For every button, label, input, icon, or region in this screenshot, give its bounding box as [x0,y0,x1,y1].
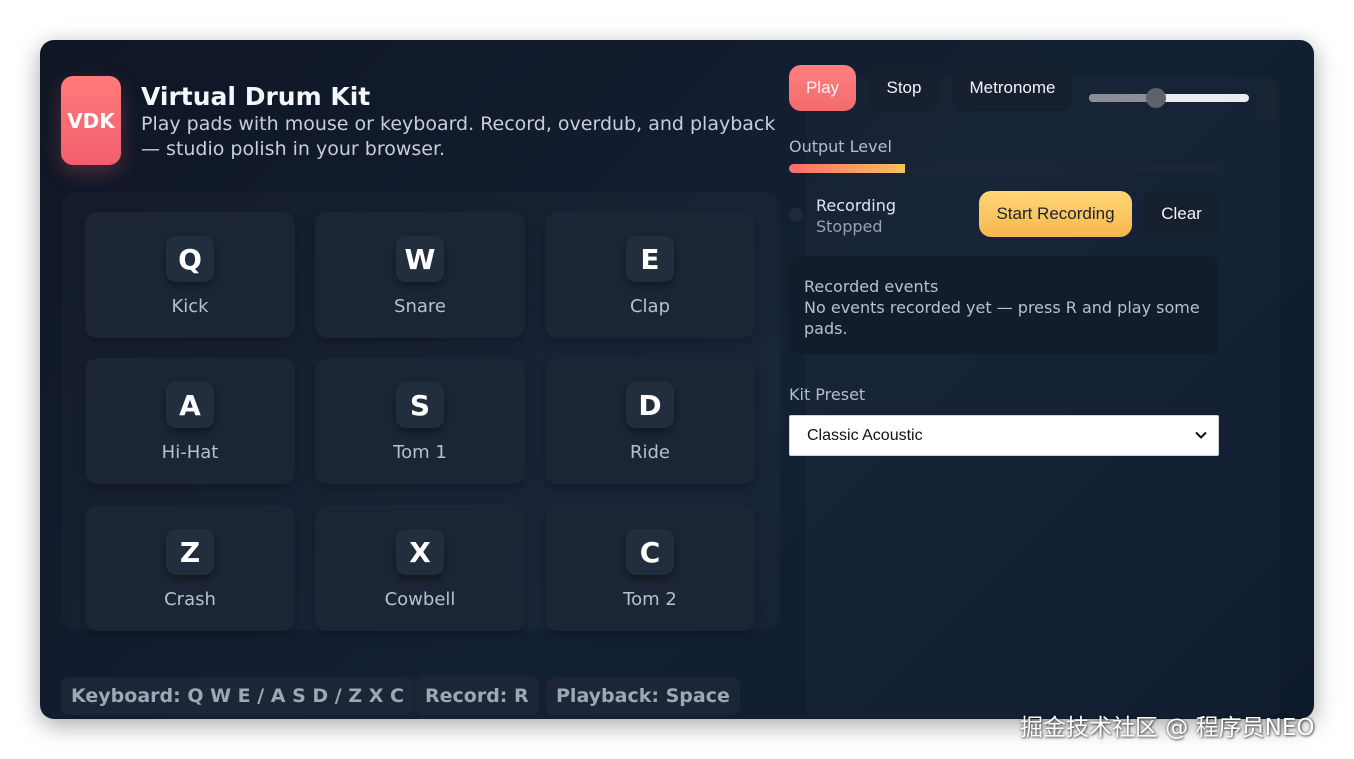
app-title: Virtual Drum Kit [141,82,371,111]
watermark-text: 掘金技术社区 @ 程序员NEO [1020,715,1315,741]
metronome-button[interactable]: Metronome [952,65,1073,111]
pad-key: E [626,236,674,282]
output-level-label: Output Level [789,137,892,156]
kit-preset-select[interactable]: Classic Acoustic [789,415,1219,456]
pad-clap[interactable]: E Clap [545,212,755,338]
pad-name: Tom 1 [393,442,447,463]
pad-key: Q [166,236,214,282]
pad-tom-1[interactable]: S Tom 1 [315,358,525,484]
pad-name: Ride [629,442,670,463]
pad-crash[interactable]: Z Crash [85,505,295,631]
pad-cowbell[interactable]: X Cowbell [315,505,525,631]
pad-name: Tom 2 [623,589,677,610]
pad-key: Z [166,529,214,575]
pad-key: X [396,529,444,575]
kit-preset-value: Classic Acoustic [807,426,923,444]
recorded-events-empty: No events recorded yet — press R and pla… [804,298,1200,338]
pad-snare[interactable]: W Snare [315,212,525,338]
recording-indicator-dot [789,208,803,222]
record-hint: Record: R [415,677,539,715]
output-level-meter [789,164,1219,173]
pad-key: C [626,529,674,575]
pad-hihat[interactable]: A Hi-Hat [85,358,295,484]
start-recording-button[interactable]: Start Recording [979,191,1132,237]
pad-tom-2[interactable]: C Tom 2 [545,505,755,631]
pad-name: Crash [164,589,216,610]
app-logo: VDK [61,76,121,165]
play-button[interactable]: Play [789,65,856,111]
panel-edge-handle[interactable] [1262,80,1276,120]
pad-ride[interactable]: D Ride [545,358,755,484]
control-panel [806,78,1280,718]
pad-name: Kick [171,296,209,317]
pad-name: Hi-Hat [161,442,219,463]
stop-button[interactable]: Stop [869,65,939,111]
pad-kick[interactable]: Q Kick [85,212,295,338]
output-level-fill [789,164,906,173]
pad-key: D [626,382,674,428]
kit-preset-label: Kit Preset [789,385,866,404]
pad-name: Clap [629,296,671,317]
recording-title: Recording [816,196,897,215]
playback-hint: Playback: Space [546,677,740,715]
recorded-events-panel: Recorded events No events recorded yet —… [789,256,1219,354]
recording-state: Stopped [816,217,883,236]
clear-button[interactable]: Clear [1144,191,1219,237]
keyboard-hint: Keyboard: Q W E / A S D / Z X C [61,677,414,715]
chevron-down-icon [1195,431,1207,439]
pad-key: W [396,236,444,282]
pad-key: S [396,382,444,428]
pad-key: A [166,382,214,428]
pad-grid: Q Kick W Snare E Clap A Hi-Hat S Tom 1 D… [62,192,780,631]
drum-kit-app: VDK Virtual Drum Kit Play pads with mous… [40,40,1314,719]
app-subtitle: Play pads with mouse or keyboard. Record… [141,113,776,160]
volume-slider[interactable] [1089,88,1249,108]
pad-name: Cowbell [384,589,456,610]
pad-name: Snare [394,296,446,317]
recorded-events-title: Recorded events [804,277,939,296]
